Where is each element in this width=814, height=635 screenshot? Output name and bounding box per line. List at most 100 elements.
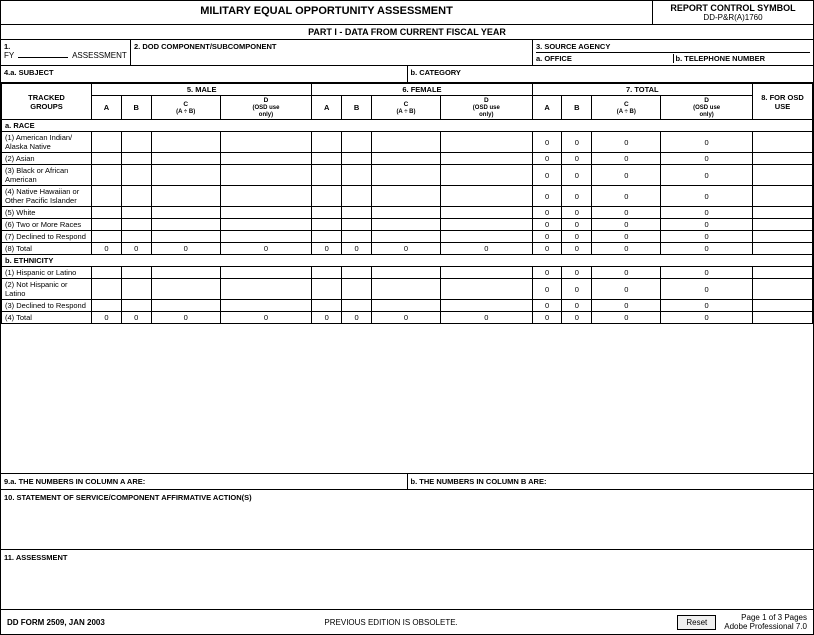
data-cell [220,153,312,165]
field1: 1. FY ASSESSMENT [1,40,131,65]
data-cell: 0 [562,231,592,243]
data-cell: 0 [562,279,592,300]
table-row: (4) Native Hawaiian orOther Pacific Isla… [2,186,813,207]
col-osd-header: 8. FOR OSD USE [753,84,813,120]
data-cell [312,219,342,231]
data-cell: 0 [532,267,562,279]
table-row: (1) Hispanic or Latino0000 [2,267,813,279]
data-cell [372,300,441,312]
data-cell [92,207,122,219]
data-cell [440,219,532,231]
reset-button[interactable]: Reset [677,615,716,630]
row-label: (1) Hispanic or Latino [2,267,92,279]
data-cell [151,132,220,153]
data-cell [342,231,372,243]
data-cell: 0 [312,243,342,255]
data-cell [440,186,532,207]
control-symbol: REPORT CONTROL SYMBOL DD-P&R(A)1760 [653,1,813,24]
data-cell [220,267,312,279]
data-cell: 0 [592,165,661,186]
data-cell [372,219,441,231]
data-cell [151,279,220,300]
data-cell: 0 [562,186,592,207]
data-cell: 0 [92,312,122,324]
data-cell [121,132,151,153]
table-row: (3) Black or AfricanAmerican0000 [2,165,813,186]
data-cell: 0 [532,165,562,186]
data-cell [92,132,122,153]
osd-cell [753,219,813,231]
data-cell: 0 [661,300,753,312]
field4a: 4.a. SUBJECT [1,66,408,82]
field11: 11. ASSESSMENT [1,549,813,609]
data-cell: 0 [151,312,220,324]
data-cell: 0 [440,243,532,255]
data-cell: 0 [562,207,592,219]
data-cell: 0 [562,312,592,324]
data-cell [151,207,220,219]
osd-cell [753,267,813,279]
data-cell: 0 [592,312,661,324]
data-cell: 0 [372,243,441,255]
data-cell [440,279,532,300]
data-cell: 0 [562,165,592,186]
data-cell [151,267,220,279]
data-cell [440,207,532,219]
col-total-header: 7. TOTAL [532,84,752,96]
male-col-b: B [121,96,151,120]
data-cell [342,207,372,219]
data-cell: 0 [562,267,592,279]
obsolete-notice: PREVIOUS EDITION IS OBSOLETE. [324,618,457,627]
row-label: (3) Black or AfricanAmerican [2,165,92,186]
data-cell: 0 [661,165,753,186]
female-col-d: D(OSD useonly) [440,96,532,120]
section-label: b. ETHNICITY [2,255,813,267]
total-col-a: A [532,96,562,120]
data-cell [440,165,532,186]
data-cell [342,186,372,207]
data-cell: 0 [121,243,151,255]
field4b: b. CATEGORY [408,66,814,82]
data-cell [151,186,220,207]
osd-cell [753,165,813,186]
data-cell [312,153,342,165]
data-cell [220,231,312,243]
table-row: (5) White0000 [2,207,813,219]
section-label: a. RACE [2,120,813,132]
col-female-header: 6. FEMALE [312,84,532,96]
data-cell [220,219,312,231]
data-cell [121,279,151,300]
data-cell: 0 [532,300,562,312]
row-label: (3) Declined to Respond [2,300,92,312]
data-cell: 0 [661,279,753,300]
row-label: (1) American Indian/Alaska Native [2,132,92,153]
field9a: 9.a. THE NUMBERS IN COLUMN A ARE: [1,474,408,489]
data-cell [151,153,220,165]
osd-cell [753,300,813,312]
col-male-header: 5. MALE [92,84,312,96]
osd-cell [753,207,813,219]
data-cell: 0 [532,132,562,153]
data-cell: 0 [661,153,753,165]
data-cell [440,267,532,279]
data-cell [121,153,151,165]
data-cell [121,219,151,231]
female-col-a: A [312,96,342,120]
form-id: DD FORM 2509, JAN 2003 [7,618,105,627]
data-cell: 0 [661,207,753,219]
data-cell: 0 [372,312,441,324]
data-cell [342,165,372,186]
male-col-a: A [92,96,122,120]
osd-cell [753,243,813,255]
data-cell: 0 [342,312,372,324]
data-cell: 0 [661,243,753,255]
data-cell [372,279,441,300]
data-cell [220,165,312,186]
data-cell: 0 [532,279,562,300]
table-row: (1) American Indian/Alaska Native0000 [2,132,813,153]
data-cell: 0 [592,207,661,219]
data-cell [92,153,122,165]
data-cell: 0 [562,300,592,312]
data-cell: 0 [562,219,592,231]
row-label: (7) Declined to Respond [2,231,92,243]
